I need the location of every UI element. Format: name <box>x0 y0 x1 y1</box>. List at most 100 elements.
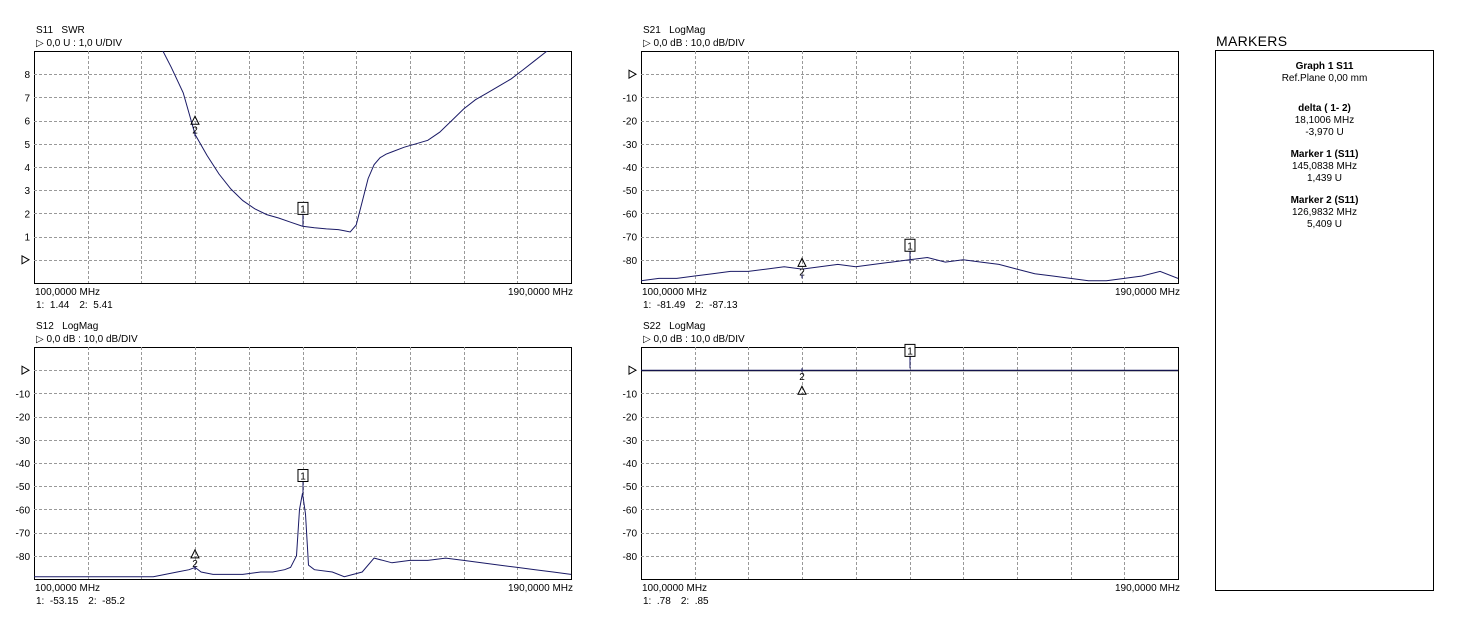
trace-line <box>34 493 571 578</box>
y-tick-label: 6 <box>24 117 30 128</box>
reference-level-marker <box>628 69 638 80</box>
graph-scale-text: 0,0 U : 1,0 U/DIV <box>46 38 123 49</box>
graph-format: LogMag <box>669 321 706 332</box>
y-tick-label: -70 <box>623 233 638 244</box>
graph-scale: ▷ 0,0 dB : 10,0 dB/DIV <box>643 38 745 49</box>
readout-1: 1: 1.44 <box>36 300 70 311</box>
graph-param: S22 <box>643 321 661 332</box>
marker-2-triangle <box>797 257 807 267</box>
x-stop-label: 190,0000 MHz <box>1115 287 1180 298</box>
trace-line <box>162 51 549 233</box>
marker-block-line1: 18,1006 MHz <box>1294 115 1355 126</box>
readout-2: 2: -87.13 <box>695 300 738 311</box>
y-tick-label: -60 <box>623 505 638 516</box>
graph-scale: ▷ 0,0 dB : 10,0 dB/DIV <box>36 334 138 345</box>
markers-panel: Graph 1 S11 Ref.Plane 0,00 mm delta ( 1-… <box>1215 50 1434 591</box>
y-tick-label: -30 <box>623 436 638 447</box>
markers-graph-heading: Graph 1 S11 <box>1295 61 1354 72</box>
y-tick-label: -70 <box>16 529 31 540</box>
y-tick-label: -60 <box>16 505 31 516</box>
marker-1-label: 1 <box>300 472 306 483</box>
y-tick-label: -30 <box>16 436 31 447</box>
x-stop-label: 190,0000 MHz <box>1115 583 1180 594</box>
graph-title: S12 LogMag <box>36 321 98 333</box>
graph-title: S11 SWR <box>36 25 85 37</box>
y-tick-label: -50 <box>623 186 638 197</box>
y-tick-label: -20 <box>623 117 638 128</box>
y-tick-label: 3 <box>24 186 30 197</box>
graph-title: S21 LogMag <box>643 25 705 37</box>
readout-2: 2: .85 <box>680 596 709 607</box>
graph-param: S21 <box>643 25 661 36</box>
graph-scale: ▷ 0,0 dB : 10,0 dB/DIV <box>643 334 745 345</box>
y-tick-label: -10 <box>623 389 638 400</box>
marker-block-line2: 1,439 U <box>1306 173 1343 184</box>
y-tick-label: -10 <box>16 389 31 400</box>
y-tick-label: -10 <box>623 93 638 104</box>
y-tick-label: -80 <box>623 552 638 563</box>
plot-s11[interactable]: 87654321100,0000 MHz 190,0000 MHz12 <box>21 51 574 311</box>
graph-param: S12 <box>36 321 54 332</box>
graph-param: S11 <box>36 25 54 36</box>
graph-scale-text: 0,0 dB : 10,0 dB/DIV <box>653 334 745 345</box>
markers-marker1-block: Marker 1 (S11) 145,0838 MHz 1,439 U <box>1216 149 1433 185</box>
y-tick-label: -40 <box>623 459 638 470</box>
marker-readout: 1: .78 2: .85 <box>643 596 719 608</box>
y-tick-label: 8 <box>24 70 30 81</box>
readout-1: 1: -53.15 <box>36 596 79 607</box>
markers-title: MARKERS <box>1216 33 1288 49</box>
graph-format: LogMag <box>62 321 99 332</box>
graph-format: LogMag <box>669 25 706 36</box>
graph-scale: ▷ 0,0 U : 1,0 U/DIV <box>36 38 123 49</box>
x-start-label: 100,0000 MHz <box>642 583 707 594</box>
graph-s12: S12 LogMag ▷ 0,0 dB : 10,0 dB/DIV -10 -20… <box>16 321 594 611</box>
y-tick-label: -50 <box>623 482 638 493</box>
readout-1: 1: .78 <box>643 596 671 607</box>
graph-format: SWR <box>61 25 85 36</box>
readout-2: 2: 5.41 <box>79 300 113 311</box>
marker-2-label: 2 <box>799 372 805 383</box>
y-tick-label: -80 <box>16 552 31 563</box>
marker-block-line2: -3,970 U <box>1305 127 1344 138</box>
graph-title: S22 LogMag <box>643 321 705 333</box>
x-start-label: 100,0000 MHz <box>642 287 707 298</box>
marker-readout: 1: -53.15 2: -85.2 <box>36 596 135 608</box>
x-start-label: 100,0000 MHz <box>35 287 100 298</box>
marker-block-heading: Marker 1 (S11) <box>1290 149 1359 160</box>
plot-s12[interactable]: -10 -20 -30 -40 -50 -60 -70 -80 100,0000 MHz 190,… <box>16 347 574 607</box>
y-tick-label: -30 <box>623 140 638 151</box>
x-stop-label: 190,0000 MHz <box>508 287 573 298</box>
markers-delta-block: delta ( 1- 2) 18,1006 MHz -3,970 U <box>1216 103 1433 139</box>
marker-block-heading: delta ( 1- 2) <box>1298 103 1351 114</box>
reference-level-marker <box>628 365 638 376</box>
graph-s22: S22 LogMag ▷ 0,0 dB : 10,0 dB/DIV -10 -20… <box>623 321 1201 611</box>
plot-s21[interactable]: -10 -20 -30 -40 -50 -60 -70 -80 100,0000 MHz 190,… <box>623 51 1181 311</box>
markers-ref-plane: Ref.Plane 0,00 mm <box>1281 73 1368 84</box>
y-tick-label: -20 <box>16 413 31 424</box>
y-tick-label: -20 <box>623 413 638 424</box>
graph-scale-text: 0,0 dB : 10,0 dB/DIV <box>653 38 745 49</box>
y-tick-label: 5 <box>24 140 30 151</box>
markers-graph-info: Graph 1 S11 Ref.Plane 0,00 mm <box>1216 61 1433 85</box>
marker-block-heading: Marker 2 (S11) <box>1290 195 1359 206</box>
graph-s11: S11 SWR ▷ 0,0 U : 1,0 U/DIV 8 7 6 5 4 3 2 1 100,… <box>21 25 594 315</box>
y-tick-label: 2 <box>24 209 30 220</box>
reference-level-marker <box>21 254 31 265</box>
y-tick-label: -60 <box>623 209 638 220</box>
graph-s21: S21 LogMag ▷ 0,0 dB : 10,0 dB/DIV -10 -20… <box>623 25 1201 315</box>
y-tick-label: -40 <box>16 459 31 470</box>
y-tick-label: -80 <box>623 256 638 267</box>
marker-block-line2: 5,409 U <box>1306 219 1343 230</box>
x-start-label: 100,0000 MHz <box>35 583 100 594</box>
readout-2: 2: -85.2 <box>88 596 125 607</box>
reference-level-marker <box>21 365 31 376</box>
marker-1-label: 1 <box>300 204 306 215</box>
y-tick-label: -40 <box>623 163 638 174</box>
marker-block-line1: 126,9832 MHz <box>1291 207 1358 218</box>
marker-1-label: 1 <box>907 346 913 357</box>
marker-readout: 1: 1.44 2: 5.41 <box>36 300 123 312</box>
y-tick-label: -70 <box>623 529 638 540</box>
y-tick-label: 7 <box>24 93 30 104</box>
y-tick-label: 4 <box>24 163 30 174</box>
plot-s22[interactable]: -10 -20 -30 -40 -50 -60 -70 -80 100,0000 MHz 190,… <box>623 343 1181 607</box>
